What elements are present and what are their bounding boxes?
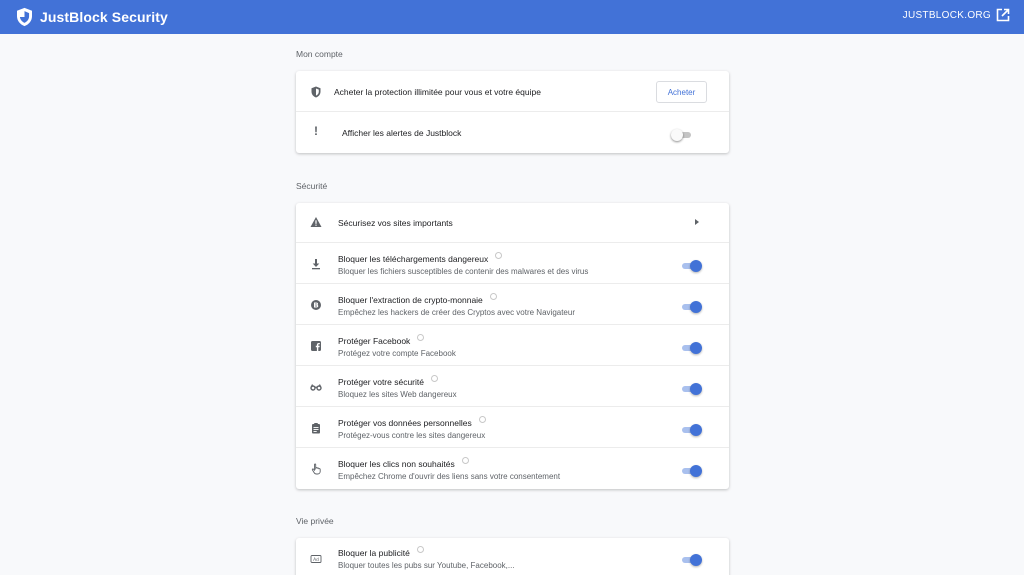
section-title-account: Mon compte	[296, 49, 343, 59]
ad-icon: Ad	[310, 553, 322, 565]
setting-row-crypto: B Bloquer l'extraction de crypto-monnaie…	[296, 284, 729, 325]
setting-title: Bloquer les clics non souhaités	[338, 457, 469, 469]
downloads-toggle[interactable]	[680, 260, 702, 272]
setting-subtitle: Protégez votre compte Facebook	[338, 349, 456, 358]
setting-row-clicks: Bloquer les clics non souhaités Empêchez…	[296, 448, 729, 489]
setting-title: Bloquer les téléchargements dangereux	[338, 252, 503, 264]
alerts-row: ! Afficher les alertes de Justblock	[296, 112, 729, 153]
setting-subtitle: Protégez-vous contre les sites dangereux	[338, 431, 486, 440]
justblock-link-label: JUSTBLOCK.ORG	[902, 9, 991, 21]
info-icon[interactable]	[495, 252, 503, 259]
info-icon[interactable]	[417, 334, 425, 341]
security-toggle[interactable]	[680, 383, 702, 395]
ads-toggle[interactable]	[680, 554, 702, 566]
info-icon[interactable]	[416, 546, 424, 553]
app-title: JustBlock Security	[40, 9, 168, 25]
shield-icon	[310, 86, 322, 98]
warning-icon	[310, 216, 322, 228]
buy-protection-row: Acheter la protection illimitée pour vou…	[296, 71, 729, 112]
setting-title: Protéger vos données personnelles	[338, 416, 486, 428]
setting-subtitle: Bloquer les fichiers susceptibles de con…	[338, 267, 589, 276]
download-icon	[310, 258, 322, 270]
info-icon[interactable]	[489, 293, 497, 300]
section-title-privacy: Vie privée	[296, 516, 334, 526]
setting-title: Bloquer la publicité	[338, 546, 424, 558]
crypto-toggle[interactable]	[680, 301, 702, 313]
bitcoin-icon: B	[310, 299, 322, 311]
justblock-link[interactable]: JUSTBLOCK.ORG	[903, 8, 1010, 22]
exclamation-icon: !	[314, 124, 318, 138]
setting-row-security: Protéger votre sécurité Bloquez les site…	[296, 366, 729, 407]
facebook-icon	[310, 340, 322, 352]
setting-subtitle: Bloquez les sites Web dangereux	[338, 390, 457, 399]
shield-logo-icon	[16, 7, 33, 27]
setting-row-personal-data: Protéger vos données personnelles Protég…	[296, 407, 729, 448]
buy-protection-label: Acheter la protection illimitée pour vou…	[334, 87, 541, 97]
setting-title: Protéger Facebook	[338, 334, 425, 346]
setting-row-facebook: Protéger Facebook Protégez votre compte …	[296, 325, 729, 366]
alerts-toggle[interactable]	[671, 129, 693, 141]
glasses-icon	[310, 381, 322, 393]
clicks-toggle[interactable]	[680, 465, 702, 477]
svg-text:Ad: Ad	[313, 557, 319, 563]
external-link-icon	[996, 8, 1010, 22]
setting-title: Bloquer l'extraction de crypto-monnaie	[338, 293, 497, 305]
privacy-card: Ad Bloquer la publicité Bloquer toutes l…	[296, 538, 729, 575]
important-sites-label: Sécurisez vos sites importants	[338, 218, 453, 228]
setting-subtitle: Empêchez Chrome d'ouvrir des liens sans …	[338, 472, 561, 481]
security-card: Sécurisez vos sites importants Bloquer l…	[296, 203, 729, 489]
alerts-label: Afficher les alertes de Justblock	[342, 128, 462, 138]
setting-subtitle: Bloquer toutes les pubs sur Youtube, Fac…	[338, 561, 515, 570]
info-icon[interactable]	[430, 375, 438, 382]
important-sites-row[interactable]: Sécurisez vos sites importants	[296, 203, 729, 243]
buy-button[interactable]: Acheter	[656, 81, 707, 103]
setting-subtitle: Empêchez les hackers de créer des Crypto…	[338, 308, 575, 317]
setting-row-ads: Ad Bloquer la publicité Bloquer toutes l…	[296, 538, 729, 575]
svg-text:B: B	[313, 302, 318, 310]
info-icon[interactable]	[478, 416, 486, 423]
top-bar: JustBlock Security JUSTBLOCK.ORG	[0, 0, 1024, 34]
chevron-right-icon[interactable]	[695, 219, 699, 225]
clipboard-icon	[310, 422, 322, 434]
brand: JustBlock Security	[16, 7, 168, 27]
setting-row-downloads: Bloquer les téléchargements dangereux Bl…	[296, 243, 729, 284]
account-card: Acheter la protection illimitée pour vou…	[296, 71, 729, 153]
setting-title: Protéger votre sécurité	[338, 375, 438, 387]
facebook-toggle[interactable]	[680, 342, 702, 354]
personal-data-toggle[interactable]	[680, 424, 702, 436]
pointer-hand-icon	[310, 463, 322, 475]
section-title-security: Sécurité	[296, 181, 328, 191]
info-icon[interactable]	[461, 457, 469, 464]
